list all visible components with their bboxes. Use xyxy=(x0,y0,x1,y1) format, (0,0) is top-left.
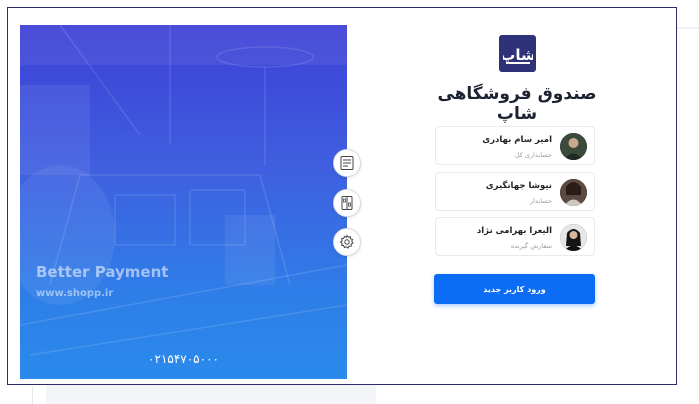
pos-terminal-icon xyxy=(340,156,354,170)
hero-brand-text: Better Payment xyxy=(36,263,169,281)
avatar xyxy=(560,224,587,251)
gear-icon xyxy=(339,234,354,249)
app-logo: شاپ xyxy=(499,35,536,72)
card-reader-icon xyxy=(341,196,353,210)
card-reader-button[interactable] xyxy=(333,189,361,217)
hero-panel: Better Payment www.shopp.ir ۰۲۱۵۴۷۰۵۰۰۰ xyxy=(20,25,347,379)
user-role: سفارش گیرنده xyxy=(510,242,552,250)
background-divider xyxy=(32,386,33,404)
avatar xyxy=(560,133,587,160)
user-role: حسابدار xyxy=(530,197,552,205)
user-card[interactable]: الیعرا بهرامی نژاد سفارش گیرنده xyxy=(435,217,595,256)
hero-website-url: www.shopp.ir xyxy=(36,288,114,299)
user-name: امیر سام بهادری xyxy=(482,135,552,145)
settings-button[interactable] xyxy=(333,228,361,256)
page-title: صندوق فروشگاهی شاپ xyxy=(437,84,597,124)
user-name: الیعرا بهرامی نژاد xyxy=(476,226,552,236)
shop-logo-icon: شاپ xyxy=(503,46,533,64)
user-role: حسابداری کل xyxy=(514,151,552,159)
new-user-login-button[interactable]: ورود کاربر جدید xyxy=(434,274,595,304)
avatar xyxy=(560,179,587,206)
logo-text: شاپ xyxy=(503,46,533,64)
user-name: نیوشا جهانگیری xyxy=(485,181,552,191)
user-card[interactable]: امیر سام بهادری حسابداری کل xyxy=(435,126,595,165)
hero-background-image xyxy=(20,25,347,356)
hero-phone-number: ۰۲۱۵۴۷۰۵۰۰۰ xyxy=(148,352,219,366)
pos-terminal-button[interactable] xyxy=(333,149,361,177)
user-card[interactable]: نیوشا جهانگیری حسابدار xyxy=(435,172,595,211)
